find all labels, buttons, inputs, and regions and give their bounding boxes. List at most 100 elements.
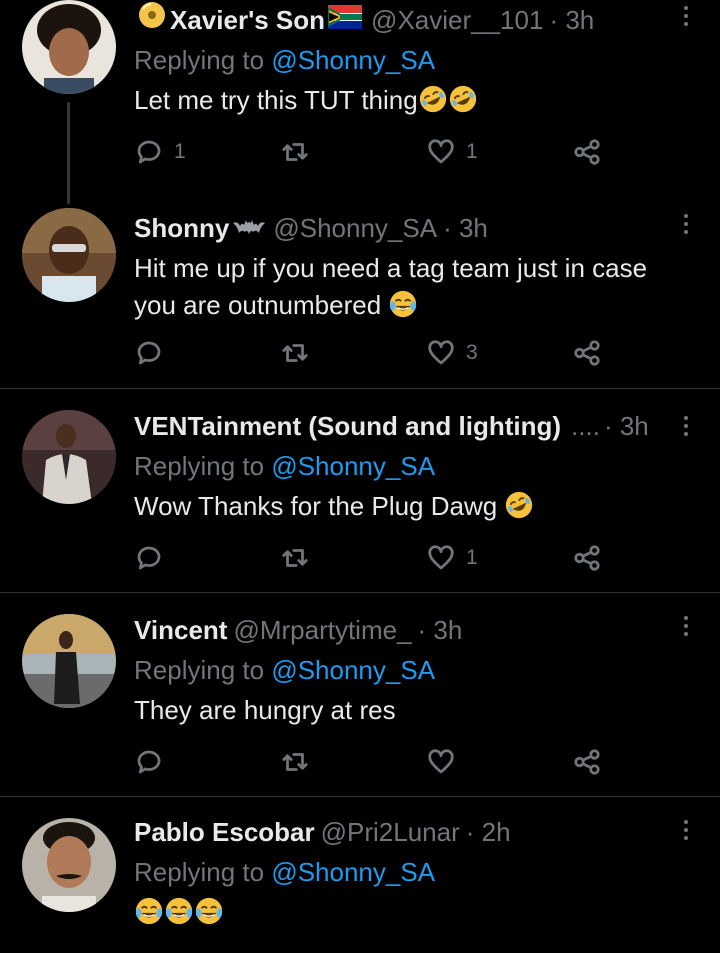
reply-button[interactable] bbox=[134, 335, 164, 371]
display-name[interactable]: Xavier's Son bbox=[170, 0, 325, 40]
share-button[interactable] bbox=[572, 540, 602, 576]
share-icon bbox=[574, 749, 600, 775]
replying-to: Replying to @Shonny_SA bbox=[134, 650, 680, 690]
more-options-icon[interactable] bbox=[676, 810, 696, 850]
tears-of-joy-emoji bbox=[134, 896, 164, 926]
like-button[interactable] bbox=[426, 744, 456, 780]
user-handle[interactable]: @Mrpartytime_ bbox=[233, 610, 411, 650]
like-count: 3 bbox=[466, 341, 478, 364]
like-count: 1 bbox=[466, 546, 478, 569]
avatar[interactable] bbox=[22, 614, 116, 708]
tweet-divider bbox=[0, 592, 720, 593]
south-africa-flag-icon bbox=[327, 0, 363, 40]
replying-label: Replying to bbox=[134, 857, 265, 887]
timestamp[interactable]: · 3h bbox=[443, 208, 488, 248]
tweet-text-line: Wow Thanks for the Plug Dawg bbox=[134, 491, 498, 521]
retweet-icon bbox=[282, 753, 308, 771]
share-button[interactable] bbox=[572, 744, 602, 780]
tweet-pablo-escobar[interactable]: Pablo Escobar @Pri2Lunar · 2h Replying t… bbox=[0, 812, 720, 953]
more-options-icon[interactable] bbox=[676, 204, 696, 244]
tweet-text: Wow Thanks for the Plug Dawg bbox=[134, 488, 680, 525]
mention-link[interactable]: @Shonny_SA bbox=[271, 451, 435, 481]
share-button[interactable] bbox=[572, 335, 602, 371]
more-options-icon[interactable] bbox=[676, 406, 696, 446]
timestamp[interactable]: · 3h bbox=[604, 406, 649, 446]
share-button[interactable] bbox=[572, 134, 602, 170]
heart-icon bbox=[428, 749, 454, 774]
disc-icon bbox=[137, 0, 167, 40]
like-button[interactable]: 1 bbox=[426, 540, 478, 576]
retweet-button[interactable] bbox=[280, 335, 310, 371]
tweet-text: Hit me up if you need a tag team just in… bbox=[134, 250, 680, 324]
tears-of-joy-emoji bbox=[388, 289, 418, 319]
share-icon bbox=[574, 139, 600, 165]
tweet-header: Pablo Escobar @Pri2Lunar · 2h bbox=[134, 812, 680, 852]
avatar[interactable] bbox=[22, 0, 116, 94]
retweet-icon bbox=[282, 344, 308, 362]
like-button[interactable]: 3 bbox=[426, 335, 478, 371]
tweet-shonny[interactable]: Shonny @Shonny_SA · 3h Hit me up if you … bbox=[0, 208, 720, 388]
tweet-header: Vincent @Mrpartytime_ · 3h bbox=[134, 610, 680, 650]
tweet-text: Let me try this TUT thing bbox=[134, 82, 680, 119]
replying-label: Replying to bbox=[134, 451, 265, 481]
user-handle[interactable]: @Xavier__101 bbox=[371, 0, 543, 40]
tweet-header: Xavier's Son @Xavier__101 · 3h bbox=[134, 0, 680, 40]
tweet-text-line: Hit me up if you need a tag team just in… bbox=[134, 253, 648, 283]
rolling-laughing-emoji bbox=[448, 84, 478, 114]
tweet-text bbox=[134, 894, 680, 931]
mention-link[interactable]: @Shonny_SA bbox=[271, 45, 435, 75]
tweet-divider bbox=[0, 796, 720, 797]
display-name[interactable]: Pablo Escobar bbox=[134, 812, 315, 852]
more-options-icon[interactable] bbox=[676, 0, 696, 36]
like-button[interactable]: 1 bbox=[426, 134, 478, 170]
retweet-icon bbox=[282, 143, 308, 161]
tweet-xaviers-son[interactable]: Xavier's Son @Xavier__101 · 3h Replying … bbox=[0, 0, 720, 200]
user-handle[interactable]: .... bbox=[571, 406, 600, 446]
tweet-text-line: Let me try this TUT thing bbox=[134, 85, 418, 115]
replying-to: Replying to @Shonny_SA bbox=[134, 40, 680, 80]
timestamp[interactable]: · 3h bbox=[418, 610, 463, 650]
mention-link[interactable]: @Shonny_SA bbox=[271, 655, 435, 685]
reply-icon bbox=[137, 140, 161, 164]
replying-to: Replying to @Shonny_SA bbox=[134, 852, 680, 892]
avatar[interactable] bbox=[22, 410, 116, 504]
reply-button[interactable] bbox=[134, 540, 164, 576]
avatar[interactable] bbox=[22, 208, 116, 302]
heart-icon bbox=[428, 545, 454, 570]
retweet-button[interactable] bbox=[280, 744, 310, 780]
user-handle[interactable]: @Pri2Lunar bbox=[321, 812, 460, 852]
bat-icon bbox=[232, 208, 266, 248]
tears-of-joy-emoji bbox=[164, 896, 194, 926]
display-name[interactable]: Shonny bbox=[134, 208, 229, 248]
mention-link[interactable]: @Shonny_SA bbox=[271, 857, 435, 887]
avatar[interactable] bbox=[22, 818, 116, 912]
reply-icon bbox=[137, 750, 161, 774]
rolling-laughing-emoji bbox=[504, 490, 534, 520]
tweet-header: Shonny @Shonny_SA · 3h bbox=[134, 208, 680, 248]
retweet-button[interactable] bbox=[280, 134, 310, 170]
tweet-text-line: you are outnumbered bbox=[134, 290, 382, 320]
replying-label: Replying to bbox=[134, 655, 265, 685]
retweet-button[interactable] bbox=[280, 540, 310, 576]
user-handle[interactable]: @Shonny_SA bbox=[273, 208, 437, 248]
tweet-header: VENTainment (Sound and lighting) .... · … bbox=[134, 406, 680, 446]
display-name[interactable]: VENTainment (Sound and lighting) bbox=[134, 406, 561, 446]
tweet-divider bbox=[0, 388, 720, 389]
more-options-icon[interactable] bbox=[676, 606, 696, 646]
timestamp[interactable]: · 3h bbox=[549, 0, 594, 40]
tweet-ventainment[interactable]: VENTainment (Sound and lighting) .... · … bbox=[0, 406, 720, 592]
replying-label: Replying to bbox=[134, 45, 265, 75]
replying-to: Replying to @Shonny_SA bbox=[134, 446, 680, 486]
tears-of-joy-emoji bbox=[194, 896, 224, 926]
tweet-vincent[interactable]: Vincent @Mrpartytime_ · 3h Replying to @… bbox=[0, 610, 720, 796]
retweet-icon bbox=[282, 549, 308, 567]
reply-icon bbox=[137, 546, 161, 570]
tweet-text: They are hungry at res bbox=[134, 695, 396, 725]
like-count: 1 bbox=[466, 140, 478, 163]
heart-icon bbox=[428, 340, 454, 365]
timestamp[interactable]: · 2h bbox=[466, 812, 511, 852]
reply-button[interactable]: 1 bbox=[134, 134, 186, 170]
reply-button[interactable] bbox=[134, 744, 164, 780]
display-name[interactable]: Vincent bbox=[134, 610, 227, 650]
heart-icon bbox=[428, 139, 454, 164]
